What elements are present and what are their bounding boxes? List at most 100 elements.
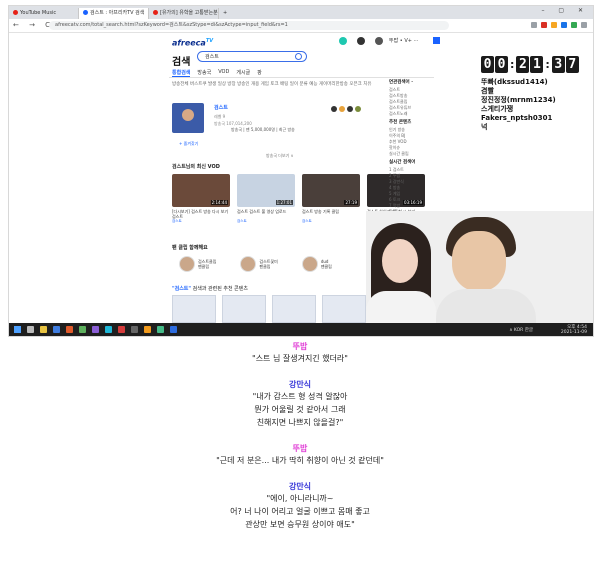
afreeca-logo[interactable]: afreecaTV bbox=[172, 38, 213, 48]
profile-image[interactable] bbox=[172, 103, 204, 133]
profile-name[interactable]: 검스트 bbox=[214, 104, 228, 111]
related-thumb[interactable] bbox=[272, 295, 316, 323]
dialogue-line: 어? 너 나이 어리고 얼굴 이쁘고 몸매 좋고 bbox=[230, 507, 370, 516]
url-field[interactable]: afreecatv.com/total_search.html?szKeywor… bbox=[49, 21, 449, 30]
tab-vod[interactable]: VOD bbox=[218, 69, 229, 77]
app-icon[interactable] bbox=[66, 326, 73, 333]
search-icon[interactable] bbox=[27, 326, 34, 333]
extension-icon[interactable] bbox=[541, 22, 547, 28]
search-input[interactable]: 검스트 bbox=[197, 51, 307, 62]
tab-station[interactable]: 방송국 bbox=[197, 69, 211, 77]
tab-afreeca-search[interactable]: 검스트 : 아프리카TV 검색 bbox=[79, 8, 149, 19]
vod-title[interactable]: [다시보기] 검스트 방송 다시 보기 검스트 bbox=[172, 209, 230, 219]
system-tray[interactable]: ∧ KOR 한글 bbox=[509, 327, 533, 333]
app-icon[interactable] bbox=[131, 326, 138, 333]
sidebar-item[interactable]: 실시간 클립 bbox=[389, 151, 459, 157]
vod-meta[interactable]: 검스트 bbox=[172, 219, 230, 224]
avatar[interactable] bbox=[301, 256, 318, 272]
badge-icon bbox=[355, 106, 361, 112]
youtube-icon bbox=[13, 10, 18, 15]
app-icon[interactable] bbox=[92, 326, 99, 333]
related-thumb[interactable] bbox=[222, 295, 266, 323]
chat-username: 뚜빠(dkssud1414) bbox=[481, 78, 548, 86]
tab-total[interactable]: 통합검색 bbox=[172, 69, 191, 77]
vod-card[interactable]: 1:27:01 검스트 검스트 풀 영상 업로드 검스트 bbox=[237, 174, 295, 224]
profile-icon[interactable] bbox=[581, 22, 587, 28]
clip-sub: 팬클립 bbox=[198, 264, 210, 269]
address-bar-row: ← → C afreecatv.com/total_search.html?sz… bbox=[9, 19, 593, 33]
bell-icon[interactable] bbox=[375, 37, 383, 45]
grid-menu-icon[interactable] bbox=[433, 37, 440, 44]
app-icon[interactable] bbox=[170, 326, 177, 333]
clip-item[interactable]: 검스트꽃미 팬클립 bbox=[240, 256, 278, 272]
app-icon[interactable] bbox=[157, 326, 164, 333]
vod-thumbnail[interactable]: 1:27:01 bbox=[237, 174, 295, 207]
category-filters[interactable]: 방송전체 버스트쿠 발생 일상 방장 방송인 개용 게임 토크 배팅 일이 분류… bbox=[172, 81, 371, 87]
dialogue-block: 뚜밥 "근데 저 분은... 내가 딱히 취향이 아닌 것 같던데" bbox=[0, 443, 600, 467]
screenshot-frame: YouTube Music 검스트 : 아프리카TV 검색 [유가의] 유학을 … bbox=[8, 5, 594, 337]
vod-card[interactable]: 2:14:44 [다시보기] 검스트 방송 다시 보기 검스트 검스트 bbox=[172, 174, 230, 224]
timer-digit: 1 bbox=[530, 56, 544, 73]
dialogue-line: 관상만 보면 승무원 상이야 애도" bbox=[245, 520, 355, 529]
app-icon[interactable] bbox=[105, 326, 112, 333]
webcam-overlay bbox=[366, 211, 593, 331]
dialogue-line: 친해지면 나쁘지 않을걸?" bbox=[256, 418, 344, 427]
search-icon[interactable] bbox=[295, 53, 302, 60]
dialogue-line: "에이, 아니라니까~ bbox=[266, 494, 334, 503]
more-link[interactable]: 방송국 더보기 ∨ bbox=[266, 153, 294, 159]
vod-meta[interactable]: 검스트 bbox=[237, 219, 295, 224]
dialogue-line: 뭔가 어울릴 것 같아서 그래 bbox=[254, 405, 346, 414]
extension-icon[interactable] bbox=[551, 22, 557, 28]
chat-message: 넉 bbox=[481, 123, 488, 131]
game-icon[interactable] bbox=[357, 37, 365, 45]
related-thumb[interactable] bbox=[322, 295, 366, 323]
user-menu[interactable]: 뚜밥 • V+ ··· bbox=[389, 37, 418, 44]
avatar[interactable] bbox=[240, 256, 257, 272]
profile-station: 방송국 107,014,200 bbox=[214, 121, 252, 126]
window-controls[interactable]: – ▢ ✕ bbox=[541, 7, 589, 14]
chrome-icon[interactable] bbox=[40, 326, 47, 333]
dialogue-block: 뚜밥 "스트 님 잘생겨지긴 했더라" bbox=[0, 341, 600, 365]
sidebar-item[interactable]: 검스트노래 bbox=[389, 111, 459, 117]
windows-start-icon[interactable] bbox=[14, 326, 21, 333]
app-icon[interactable] bbox=[144, 326, 151, 333]
dialogue-script: 뚜밥 "스트 님 잘생겨지긴 했더라" 강만식 "내가 감스트 형 성격 알잖아… bbox=[0, 341, 600, 545]
tab-pang[interactable]: 팡 bbox=[257, 69, 262, 77]
badges bbox=[331, 106, 361, 112]
vod-duration: 27:19 bbox=[344, 200, 358, 205]
extension-icons bbox=[531, 22, 587, 28]
vod-section-title: 검스트님의 최신 VOD bbox=[172, 164, 220, 170]
badge-icon bbox=[331, 106, 337, 112]
clip-item[interactable]: dud 팬클립 bbox=[301, 256, 332, 272]
extension-icon[interactable] bbox=[561, 22, 567, 28]
related-thumb[interactable] bbox=[172, 295, 216, 323]
new-tab-button[interactable]: + bbox=[219, 8, 233, 19]
profile-desc: 방송국 | 팬 5,000,000명 | 최근 방송 bbox=[231, 127, 295, 132]
clip-sub: 팬클립 bbox=[259, 264, 271, 269]
app-icon[interactable] bbox=[79, 326, 86, 333]
vod-card[interactable]: 27:19 검스트 방송 기록 클립 검스트 bbox=[302, 174, 360, 224]
vod-thumbnail[interactable]: 27:19 bbox=[302, 174, 360, 207]
vod-title[interactable]: 검스트 검스트 풀 영상 업로드 bbox=[237, 209, 295, 219]
extension-icon[interactable] bbox=[571, 22, 577, 28]
system-clock[interactable]: 오후 4:54 2021-11-09 bbox=[561, 325, 587, 335]
vod-thumbnail[interactable]: 2:14:44 bbox=[172, 174, 230, 207]
vod-meta[interactable]: 검스트 bbox=[302, 219, 360, 224]
logo-text: afreeca bbox=[172, 38, 206, 48]
speaker-name: 강만식 bbox=[288, 482, 312, 491]
speaker-name: 강만식 bbox=[288, 380, 312, 389]
avatar[interactable] bbox=[179, 256, 195, 272]
app-icon[interactable] bbox=[118, 326, 125, 333]
follow-button[interactable]: + 즐겨찾기 bbox=[179, 141, 198, 147]
vod-title[interactable]: 검스트 방송 기록 클립 bbox=[302, 209, 360, 219]
tab-post[interactable]: 게시글 bbox=[236, 69, 250, 77]
clip-item[interactable]: 검스트클립 팬클립 bbox=[179, 256, 216, 272]
clock-date: 2021-11-09 bbox=[560, 330, 587, 335]
folder-icon[interactable] bbox=[53, 326, 60, 333]
broadcast-icon[interactable] bbox=[339, 37, 347, 45]
tab-youtube-video[interactable]: [유가의] 유학을 고통받는분 bbox=[149, 8, 219, 19]
nav-buttons[interactable]: ← → C bbox=[13, 21, 54, 29]
tab-youtube-music[interactable]: YouTube Music bbox=[9, 8, 79, 19]
vod-duration: 1:27:01 bbox=[275, 200, 293, 205]
zoom-icon[interactable] bbox=[531, 22, 537, 28]
